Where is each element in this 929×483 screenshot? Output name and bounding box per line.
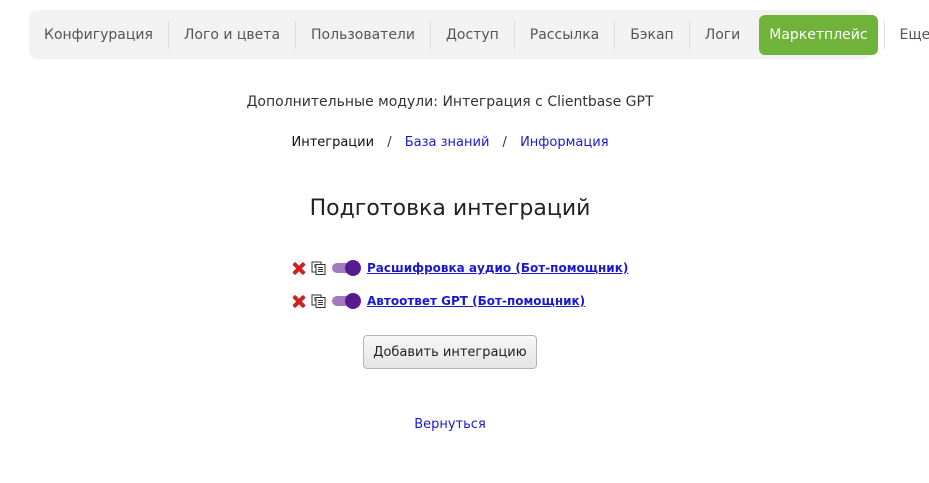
breadcrumb-separator: / — [502, 135, 507, 150]
section-heading: Подготовка интеграций — [309, 196, 591, 221]
breadcrumb-link-information[interactable]: Информация — [520, 135, 608, 150]
breadcrumb-link-knowledge-base[interactable]: База знаний — [405, 135, 490, 150]
nav-item-logo-colors[interactable]: Лого и цвета — [167, 20, 295, 49]
integration-link-gpt-autoreply[interactable]: Автоответ GPT (Бот-помощник) — [367, 294, 585, 308]
delete-icon[interactable] — [292, 262, 305, 275]
nav-item-users[interactable]: Пользователи — [295, 20, 430, 49]
copy-icon[interactable] — [311, 261, 327, 275]
nav-item-access[interactable]: Доступ — [429, 20, 514, 49]
top-navigation: Конфигурация Лого и цвета Пользователи Д… — [29, 10, 929, 59]
add-integration-button[interactable]: Добавить интеграцию — [363, 335, 537, 369]
nav-item-logs[interactable]: Логи — [688, 20, 756, 49]
page: Конфигурация Лого и цвета Пользователи Д… — [0, 0, 929, 483]
breadcrumb-separator: / — [387, 135, 392, 150]
enable-toggle[interactable] — [332, 260, 362, 276]
integration-link-audio-transcription[interactable]: Расшифровка аудио (Бот-помощник) — [367, 261, 628, 275]
copy-icon[interactable] — [311, 294, 327, 308]
nav-item-configuration[interactable]: Конфигурация — [29, 21, 168, 49]
back-link-container: Вернуться — [0, 417, 900, 432]
integration-row: Расшифровка аудио (Бот-помощник) — [292, 258, 628, 278]
enable-toggle[interactable] — [332, 293, 362, 309]
nav-item-marketplace[interactable]: Маркетплейс — [759, 14, 878, 55]
module-title: Дополнительные модули: Интеграция с Clie… — [246, 94, 654, 110]
nav-item-more[interactable]: Еще — [883, 20, 929, 49]
integration-row: Автоответ GPT (Бот-помощник) — [292, 291, 585, 311]
toggle-knob — [345, 293, 361, 309]
breadcrumb-current: Интеграции — [291, 135, 375, 150]
breadcrumb: Интеграции / База знаний / Информация — [0, 135, 900, 150]
back-link[interactable]: Вернуться — [414, 417, 486, 432]
nav-item-mailing[interactable]: Рассылка — [513, 20, 614, 49]
delete-icon[interactable] — [292, 295, 305, 308]
toggle-knob — [345, 260, 361, 276]
nav-item-backup[interactable]: Бэкап — [614, 20, 688, 49]
